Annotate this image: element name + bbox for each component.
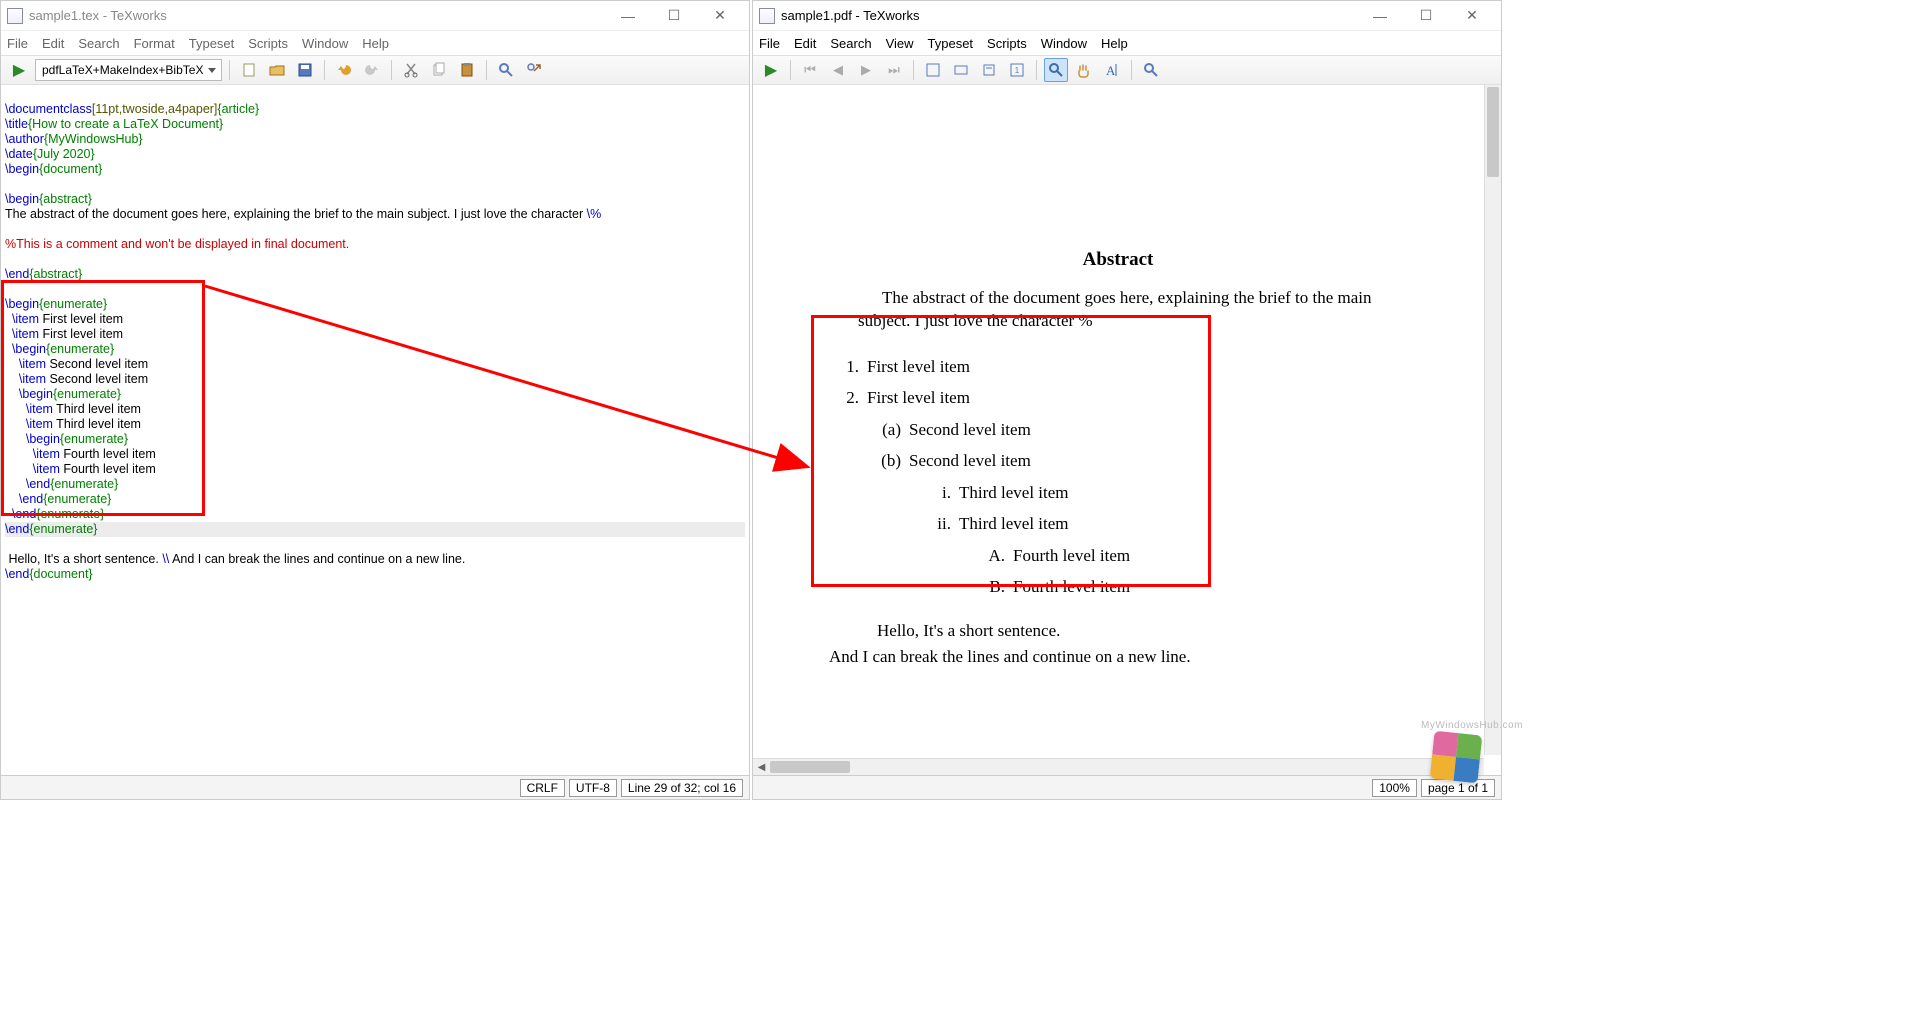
menu-window[interactable]: Window — [1041, 36, 1087, 51]
editor-menubar: File Edit Search Format Typeset Scripts … — [1, 31, 749, 55]
menu-search[interactable]: Search — [830, 36, 871, 51]
menu-window[interactable]: Window — [302, 36, 348, 51]
status-eol[interactable]: CRLF — [520, 779, 565, 797]
search-icon[interactable] — [1139, 58, 1163, 82]
editor-text-area[interactable]: \documentclass[11pt,twoside,a4paper]{art… — [1, 85, 749, 775]
scrollbar-thumb[interactable] — [1487, 87, 1499, 177]
svg-text:1: 1 — [1015, 66, 1020, 75]
tex-file-icon — [7, 8, 23, 24]
prev-page-icon[interactable]: ◀ — [826, 58, 850, 82]
menu-scripts[interactable]: Scripts — [248, 36, 288, 51]
maximize-button[interactable]: ☐ — [1403, 2, 1449, 30]
editor-statusbar: CRLF UTF-8 Line 29 of 32; col 16 — [1, 775, 749, 799]
pdf-viewport[interactable]: Abstract The abstract of the document go… — [753, 85, 1501, 775]
close-button[interactable]: ✕ — [1449, 2, 1495, 30]
editor-titlebar: sample1.tex - TeXworks — ☐ ✕ — [1, 1, 749, 31]
scroll-left-icon[interactable]: ◀ — [753, 759, 770, 776]
horizontal-scrollbar[interactable]: ◀ ▶ — [753, 758, 1484, 775]
menu-view[interactable]: View — [886, 36, 914, 51]
menu-typeset[interactable]: Typeset — [189, 36, 235, 51]
menu-edit[interactable]: Edit — [42, 36, 64, 51]
menu-scripts[interactable]: Scripts — [987, 36, 1027, 51]
minimize-button[interactable]: — — [1357, 2, 1403, 30]
menu-edit[interactable]: Edit — [794, 36, 816, 51]
pan-tool-icon[interactable] — [1072, 58, 1096, 82]
new-file-icon[interactable] — [237, 58, 261, 82]
fit-width-icon[interactable] — [949, 58, 973, 82]
magnifier-tool-icon[interactable] — [1044, 58, 1068, 82]
viewer-title: sample1.pdf - TeXworks — [781, 8, 1357, 23]
separator — [391, 60, 392, 80]
menu-format[interactable]: Format — [134, 36, 175, 51]
pdf-paragraph: Hello, It's a short sentence. And I can … — [853, 618, 1473, 669]
pdf-page: Abstract The abstract of the document go… — [763, 91, 1473, 669]
typeset-button[interactable]: ▶ — [7, 58, 31, 82]
menu-help[interactable]: Help — [1101, 36, 1128, 51]
scroll-right-icon[interactable]: ▶ — [1467, 759, 1484, 776]
separator — [1036, 60, 1037, 80]
last-page-icon[interactable]: ⏭ — [882, 58, 906, 82]
actual-size-icon[interactable]: 1 — [1005, 58, 1029, 82]
menu-file[interactable]: File — [759, 36, 780, 51]
separator — [229, 60, 230, 80]
status-encoding[interactable]: UTF-8 — [569, 779, 617, 797]
viewer-menubar: File Edit Search View Typeset Scripts Wi… — [753, 31, 1501, 55]
paste-icon[interactable] — [455, 58, 479, 82]
status-zoom[interactable]: 100% — [1372, 779, 1417, 797]
first-page-icon[interactable]: ⏮ — [798, 58, 822, 82]
vertical-scrollbar[interactable] — [1484, 85, 1501, 755]
pdf-file-icon — [759, 8, 775, 24]
save-file-icon[interactable] — [293, 58, 317, 82]
separator — [486, 60, 487, 80]
separator — [324, 60, 325, 80]
copy-icon[interactable] — [427, 58, 451, 82]
separator — [913, 60, 914, 80]
pdf-list: 1.First level item 2.First level item (a… — [833, 351, 1473, 603]
editor-toolbar: ▶ pdfLaTeX+MakeIndex+BibTeX — [1, 55, 749, 85]
typeset-button[interactable]: ▶ — [759, 58, 783, 82]
status-page: page 1 of 1 — [1421, 779, 1495, 797]
search-icon[interactable] — [494, 58, 518, 82]
viewer-toolbar: ▶ ⏮ ◀ ▶ ⏭ 1 A — [753, 55, 1501, 85]
menu-file[interactable]: File — [7, 36, 28, 51]
menu-typeset[interactable]: Typeset — [928, 36, 974, 51]
redo-icon[interactable] — [360, 58, 384, 82]
fit-content-icon[interactable] — [977, 58, 1001, 82]
editor-window: sample1.tex - TeXworks — ☐ ✕ File Edit S… — [0, 0, 750, 800]
replace-icon[interactable] — [522, 58, 546, 82]
text-select-tool-icon[interactable]: A — [1100, 58, 1124, 82]
separator — [1131, 60, 1132, 80]
close-button[interactable]: ✕ — [697, 2, 743, 30]
pdf-abstract-text: The abstract of the document goes here, … — [858, 287, 1383, 333]
menu-help[interactable]: Help — [362, 36, 389, 51]
separator — [790, 60, 791, 80]
menu-search[interactable]: Search — [78, 36, 119, 51]
viewer-statusbar: 100% page 1 of 1 — [753, 775, 1501, 799]
status-cursor-position: Line 29 of 32; col 16 — [621, 779, 743, 797]
scrollbar-thumb[interactable] — [770, 761, 850, 773]
minimize-button[interactable]: — — [605, 2, 651, 30]
editor-title: sample1.tex - TeXworks — [29, 8, 605, 23]
open-file-icon[interactable] — [265, 58, 289, 82]
fit-page-icon[interactable] — [921, 58, 945, 82]
pdf-abstract-heading: Abstract — [763, 249, 1473, 271]
cut-icon[interactable] — [399, 58, 423, 82]
engine-select[interactable]: pdfLaTeX+MakeIndex+BibTeX — [35, 59, 222, 81]
undo-icon[interactable] — [332, 58, 356, 82]
next-page-icon[interactable]: ▶ — [854, 58, 878, 82]
viewer-window: sample1.pdf - TeXworks — ☐ ✕ File Edit S… — [752, 0, 1502, 800]
svg-text:A: A — [1106, 63, 1116, 78]
viewer-titlebar: sample1.pdf - TeXworks — ☐ ✕ — [753, 1, 1501, 31]
maximize-button[interactable]: ☐ — [651, 2, 697, 30]
